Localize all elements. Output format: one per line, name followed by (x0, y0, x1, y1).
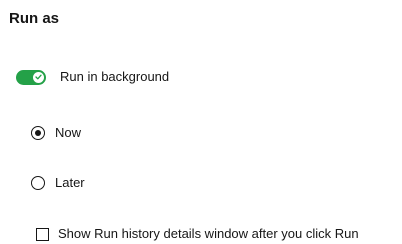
radio-label-later: Later (55, 175, 85, 190)
radio-now[interactable]: Now (31, 125, 81, 141)
section-title: Run as (9, 10, 60, 27)
checkbox-label: Show Run history details window after yo… (58, 226, 359, 241)
radio-later[interactable]: Later (31, 175, 85, 191)
toggle-label: Run in background (60, 69, 170, 84)
show-run-history-checkbox[interactable]: Show Run history details window after yo… (36, 226, 359, 242)
radio-button-now[interactable] (31, 126, 45, 140)
toggle-switch[interactable] (16, 69, 46, 85)
checkmark-icon (35, 74, 42, 80)
checkbox-box[interactable] (36, 227, 49, 241)
run-in-background-toggle[interactable]: Run in background (16, 69, 169, 85)
radio-button-later[interactable] (31, 176, 45, 190)
toggle-knob (33, 71, 44, 83)
radio-label-now: Now (55, 125, 82, 140)
